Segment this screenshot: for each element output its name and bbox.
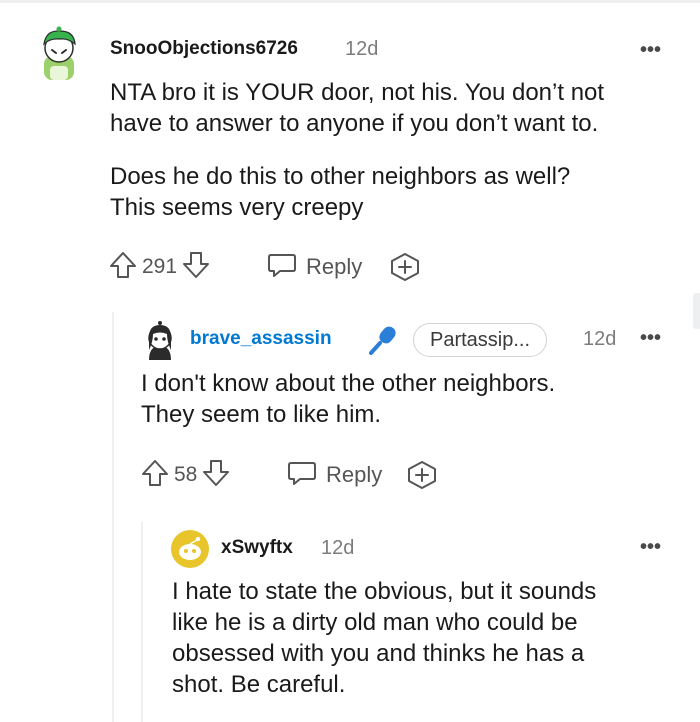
microphone-icon <box>366 323 400 362</box>
comment-age: 12d <box>583 328 617 350</box>
more-options-icon[interactable]: ••• <box>640 328 661 348</box>
more-options-icon[interactable]: ••• <box>640 40 661 60</box>
award-icon[interactable] <box>406 460 438 495</box>
more-options-icon[interactable]: ••• <box>640 537 661 557</box>
comment-body-paragraph: I hate to state the obvious, but it soun… <box>172 578 597 698</box>
downvote-icon[interactable] <box>181 250 211 285</box>
snoo-dark-avatar-icon[interactable] <box>143 320 177 362</box>
snoo-yellow-avatar-icon[interactable] <box>171 530 209 568</box>
vote-score: 58 <box>174 463 198 486</box>
comment-author[interactable]: brave_assassin <box>190 328 332 350</box>
upvote-icon[interactable] <box>140 458 170 493</box>
thread-line-level1[interactable] <box>112 312 114 722</box>
vote-score: 291 <box>142 255 178 278</box>
reply-button[interactable]: Reply <box>286 459 382 491</box>
reply-icon <box>286 458 318 493</box>
award-icon[interactable] <box>389 252 421 287</box>
vote-controls: 58 <box>140 459 231 491</box>
upvote-icon[interactable] <box>108 250 138 285</box>
top-divider <box>0 0 700 3</box>
comment-age: 12d <box>345 38 379 60</box>
comment-author[interactable]: SnooObjections6726 <box>110 38 298 60</box>
comment-body-paragraph: I don't know about the other neighbors. … <box>141 370 556 428</box>
downvote-icon[interactable] <box>201 458 231 493</box>
scrollbar-hint[interactable] <box>693 293 700 329</box>
vote-controls: 291 <box>108 251 211 283</box>
comment-body-paragraph: NTA bro it is YOUR door, not his. You do… <box>110 79 605 137</box>
reply-icon <box>266 250 298 285</box>
thread-line-level2[interactable] <box>141 522 143 722</box>
comment-body-paragraph: Does he do this to other neighbors as we… <box>110 163 571 221</box>
comment-age: 12d <box>321 537 355 559</box>
comment-author[interactable]: xSwyftx <box>221 537 293 559</box>
reply-label: Reply <box>326 462 383 487</box>
user-flair[interactable]: Partassip... <box>413 323 548 357</box>
reply-label: Reply <box>306 254 363 279</box>
reply-button[interactable]: Reply <box>266 251 362 283</box>
snoo-green-avatar-icon[interactable] <box>38 26 80 82</box>
